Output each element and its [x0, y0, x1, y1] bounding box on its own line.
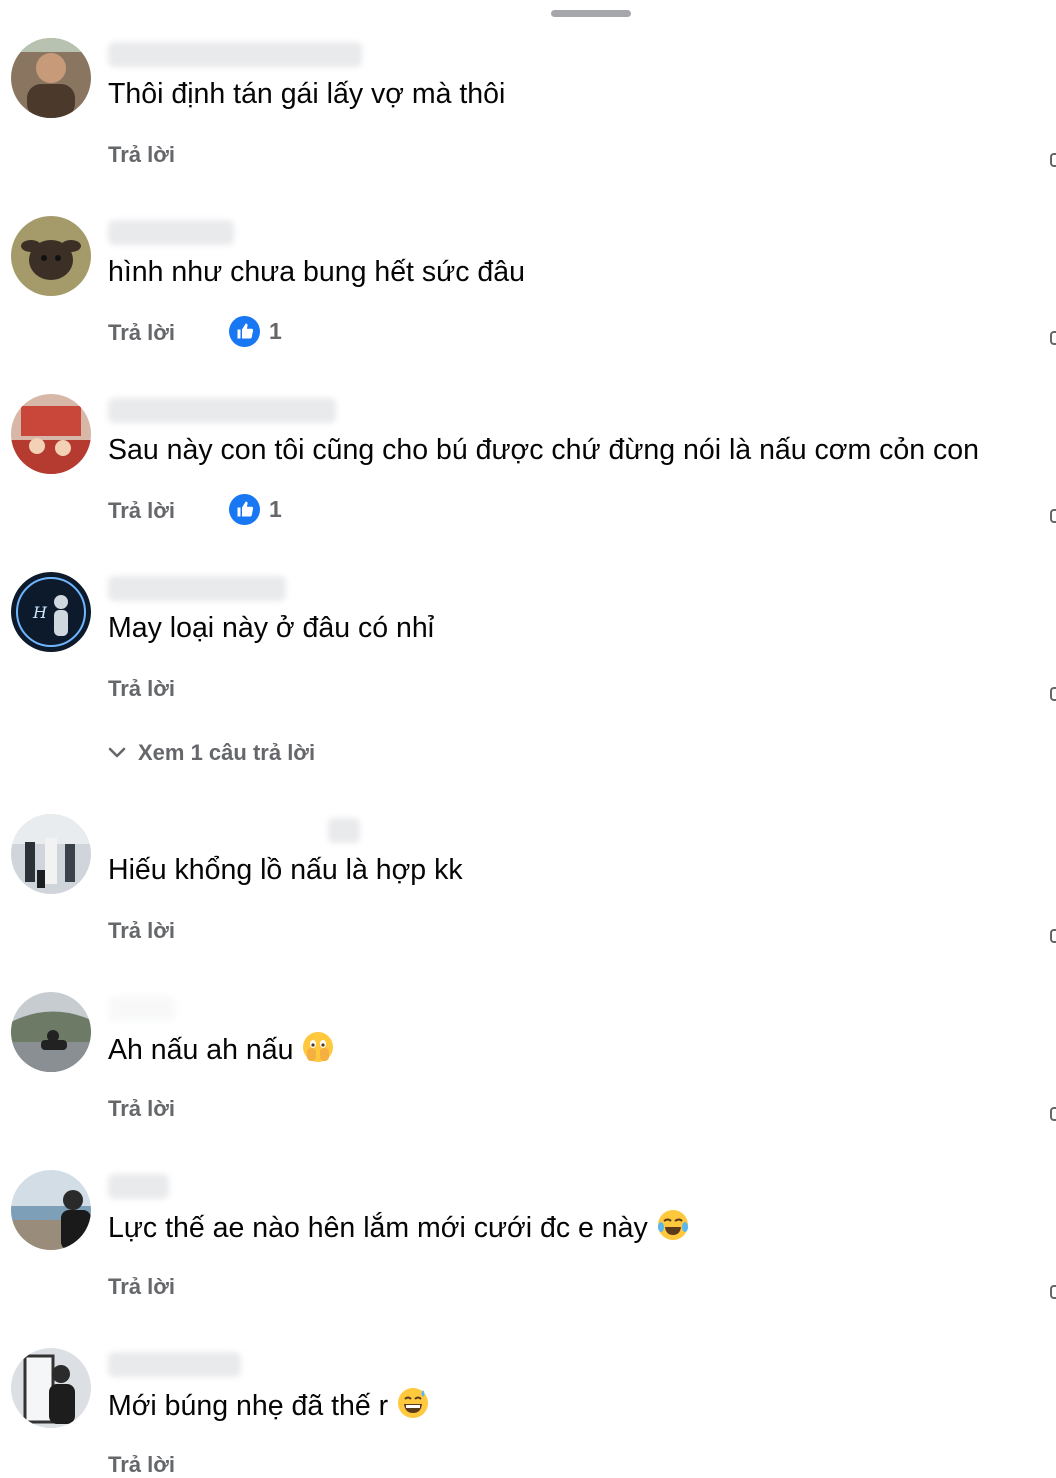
- avatar[interactable]: [11, 38, 91, 118]
- avatar[interactable]: H: [11, 572, 91, 652]
- reaction-summary[interactable]: 1: [229, 315, 282, 347]
- comment-text-content: Mới búng nhẹ đã thế r: [108, 1390, 389, 1422]
- thumbs-up-icon: [229, 493, 260, 525]
- more-options-icon[interactable]: [1050, 929, 1056, 943]
- commenter-name-redacted[interactable]: [108, 996, 175, 1022]
- comment-text: Mới búng nhẹ đã thế r: [108, 1386, 430, 1424]
- avatar[interactable]: [11, 1170, 91, 1250]
- svg-text:H: H: [32, 603, 48, 622]
- reply-button[interactable]: Trả lời: [108, 918, 175, 944]
- more-options-icon[interactable]: [1050, 509, 1056, 523]
- reply-button[interactable]: Trả lời: [108, 676, 175, 702]
- comment-text: Hiếu khổng lồ nấu là hợp kk: [108, 854, 463, 886]
- more-options-icon[interactable]: [1050, 1285, 1056, 1299]
- comment-text: hình như chưa bung hết sức đâu: [108, 256, 525, 288]
- more-options-icon[interactable]: [1050, 331, 1056, 345]
- commenter-name-redacted[interactable]: ᴄᴏᴅᴜ ᴄʜɪɴ ᴅᴄ ᴋᴇ ᴜ: [108, 42, 362, 68]
- reply-button[interactable]: Trả lời: [108, 1452, 175, 1478]
- chevron-down-icon: [108, 747, 126, 758]
- reply-button[interactable]: Trả lời: [108, 1274, 175, 1300]
- comment-text: Lực thế ae nào hên lắm mới cưới đc e này: [108, 1208, 690, 1246]
- like-count: 1: [269, 495, 282, 522]
- more-options-icon[interactable]: [1050, 153, 1056, 167]
- view-replies-button[interactable]: Xem 1 câu trả lời: [108, 740, 315, 766]
- commenter-name-redacted[interactable]: ᴋᴋᴠɪ ᴅ ᴏᴅ: [108, 1352, 242, 1378]
- avatar[interactable]: [11, 394, 91, 474]
- comment-text-content: Ah nấu ah nấu: [108, 1034, 294, 1066]
- reply-button[interactable]: Trả lời: [108, 142, 175, 168]
- avatar[interactable]: [11, 814, 91, 894]
- commenter-name-redacted[interactable]: ᴋᴅᴄɪʀᴍɪʀ'ᴅ ᴢ ɴᴏᴅ: [108, 398, 337, 424]
- reply-button[interactable]: Trả lời: [108, 320, 175, 346]
- commenter-name-redacted[interactable]: ᴍᴅɪᴘᴏ ᴘᴏ ɢᴀʏ: [108, 576, 287, 602]
- commenter-name-redacted[interactable]: ɪʀᴄ ᴏᴏ ɪᴅ: [108, 220, 234, 246]
- thumbs-up-icon: [229, 315, 260, 347]
- reply-button[interactable]: Trả lời: [108, 498, 175, 524]
- comment-text: Thôi định tán gái lấy vợ mà thôi: [108, 78, 506, 110]
- comment-text-content: Lực thế ae nào hên lắm mới cưới đc e này: [108, 1212, 648, 1244]
- avatar[interactable]: [11, 216, 91, 296]
- avatar[interactable]: [11, 1348, 91, 1428]
- commenter-name-redacted[interactable]: ɪᴏ ᴅᴘ: [108, 1174, 169, 1200]
- view-replies-label: Xem 1 câu trả lời: [138, 740, 316, 765]
- comment-text: May loại này ở đâu có nhỉ: [108, 612, 435, 644]
- like-count: 1: [269, 317, 282, 344]
- tears-of-joy-emoji: [657, 1210, 688, 1240]
- commenter-name-redacted[interactable]: ᴏ ,: [108, 818, 360, 844]
- more-options-icon[interactable]: [1050, 687, 1056, 701]
- avatar[interactable]: [11, 992, 91, 1072]
- comment-text: Ah nấu ah nấu: [108, 1030, 335, 1068]
- reply-button[interactable]: Trả lời: [108, 1096, 175, 1122]
- sheet-drag-handle[interactable]: [551, 10, 631, 17]
- more-options-icon[interactable]: [1050, 1107, 1056, 1121]
- reaction-summary[interactable]: 1: [229, 493, 282, 525]
- grinning-sweat-emoji: [398, 1388, 429, 1418]
- face-with-hand-over-mouth-emoji: [303, 1032, 334, 1062]
- comment-text: Sau này con tôi cũng cho bú được chứ đừn…: [108, 434, 979, 466]
